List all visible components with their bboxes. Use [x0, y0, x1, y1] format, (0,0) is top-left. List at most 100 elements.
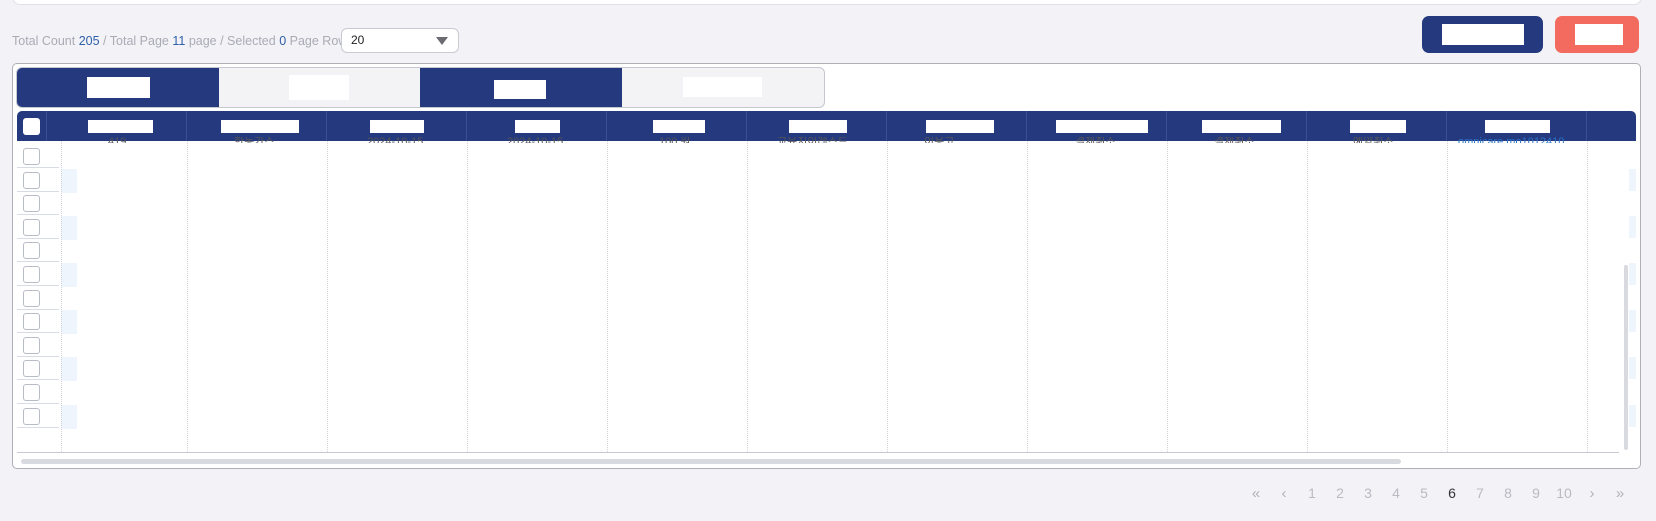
vertical-scroll-thumb[interactable]: [1624, 265, 1628, 450]
column-header-12[interactable]: [1586, 111, 1637, 141]
row-stripe: [61, 357, 77, 382]
tab-1-label: [87, 77, 150, 98]
page-link[interactable]: 7: [1466, 485, 1494, 501]
row-checkbox[interactable]: [23, 266, 40, 283]
row-checkbox[interactable]: [23, 171, 40, 189]
column-header-5-label: [653, 120, 705, 133]
row-divider: [17, 167, 59, 168]
column-separator: [467, 141, 468, 452]
column-separator: [61, 141, 62, 452]
column-separator: [187, 141, 188, 452]
row-checkbox[interactable]: [23, 360, 40, 378]
column-separator: [327, 141, 328, 452]
page-row-label: Page Row: [289, 34, 348, 48]
column-separator: [1587, 141, 1588, 452]
page-row-select[interactable]: 20: [341, 28, 459, 53]
grid-summary: Total Count 205 / Total Page 11 page / S…: [12, 33, 347, 49]
tab-2[interactable]: [219, 68, 421, 107]
column-header-2-label: [221, 120, 299, 133]
tab-4-label: [682, 77, 762, 97]
column-separator: [1447, 141, 1448, 452]
column-header-4-label: [515, 120, 560, 133]
row-checkbox[interactable]: [23, 336, 40, 354]
total-count-label: Total Count: [12, 34, 76, 48]
first-page-button[interactable]: «: [1242, 485, 1270, 502]
total-page-value: 11: [172, 34, 186, 48]
page-word: page: [188, 34, 217, 48]
danger-action-button[interactable]: [1555, 16, 1639, 53]
row-divider: [17, 308, 59, 310]
row-checkbox[interactable]: [23, 313, 40, 331]
last-page-button[interactable]: »: [1606, 485, 1634, 502]
row-divider: [17, 237, 59, 239]
current-page[interactable]: 6: [1438, 485, 1466, 501]
page-link[interactable]: 1: [1298, 485, 1326, 501]
pagination: « ‹ 1 2 3 4 5 6 7 8 9 10 › »: [1242, 483, 1634, 503]
row-checkbox[interactable]: [23, 218, 40, 236]
row-checkbox[interactable]: [23, 289, 40, 307]
horizontal-scroll-thumb[interactable]: [21, 459, 1401, 464]
row-checkbox[interactable]: [23, 407, 40, 425]
select-all-checkbox[interactable]: [23, 118, 40, 135]
total-count-value: 205: [78, 34, 100, 48]
page-link[interactable]: 10: [1550, 485, 1578, 501]
tab-2-label: [288, 75, 349, 100]
tab-4[interactable]: [622, 68, 825, 107]
column-separator: [607, 141, 608, 452]
selected-label: Selected: [227, 34, 276, 48]
separator: /: [216, 34, 228, 48]
row-checkbox[interactable]: [23, 148, 40, 165]
column-header-7-label: [926, 120, 994, 133]
column-header-3-label: [370, 120, 424, 133]
grid-bottom-border: [17, 452, 1619, 453]
row-stripe: [61, 404, 77, 429]
page-link[interactable]: 4: [1382, 485, 1410, 501]
danger-action-label: [1575, 24, 1623, 45]
page-link[interactable]: 8: [1494, 485, 1522, 501]
page-row-value: 20: [351, 33, 365, 47]
total-page-label: Total Page: [109, 34, 169, 48]
row-checkbox[interactable]: [23, 242, 40, 260]
row-divider: [17, 426, 59, 428]
prev-page-button[interactable]: ‹: [1270, 485, 1298, 502]
column-header-9-label: [1202, 120, 1281, 133]
column-separator: [887, 141, 888, 452]
column-header-7[interactable]: [886, 111, 1026, 141]
row-divider: [17, 379, 59, 381]
primary-action-button[interactable]: [1422, 16, 1543, 53]
row-divider: [17, 261, 59, 263]
separator: /: [99, 34, 110, 48]
row-divider: [17, 214, 59, 216]
page-link[interactable]: 5: [1410, 485, 1438, 501]
page-link[interactable]: 3: [1354, 485, 1382, 501]
column-separator: [1307, 141, 1308, 452]
column-header-1-label: [88, 120, 153, 133]
column-header-10-label: [1350, 120, 1406, 133]
caret-down-icon: [436, 37, 448, 45]
row-checkbox[interactable]: [23, 195, 40, 213]
row-divider: [17, 332, 59, 334]
tab-1[interactable]: [17, 68, 219, 107]
column-header-11-label: [1485, 120, 1550, 133]
row-divider: [17, 355, 59, 357]
column-header-8-label: [1056, 120, 1148, 133]
selected-value: 0: [279, 34, 287, 48]
tab-3[interactable]: [420, 68, 622, 107]
column-separator: [1167, 141, 1168, 452]
page-link[interactable]: 2: [1326, 485, 1354, 501]
row-divider: [17, 403, 59, 404]
row-stripe: [61, 168, 77, 193]
row-stripe: [61, 263, 77, 287]
tab-3-label: [494, 80, 546, 99]
grid-body: [17, 141, 1636, 452]
primary-action-label: [1442, 24, 1524, 45]
column-header-6-label: [789, 120, 847, 133]
column-separator: [747, 141, 748, 452]
row-checkbox[interactable]: [23, 384, 40, 401]
next-page-button[interactable]: ›: [1578, 485, 1606, 502]
page-link[interactable]: 9: [1522, 485, 1550, 501]
row-divider: [17, 190, 59, 192]
top-panel-edge: [12, 0, 1642, 5]
column-separator: [1027, 141, 1028, 452]
row-stripe: [61, 310, 77, 335]
